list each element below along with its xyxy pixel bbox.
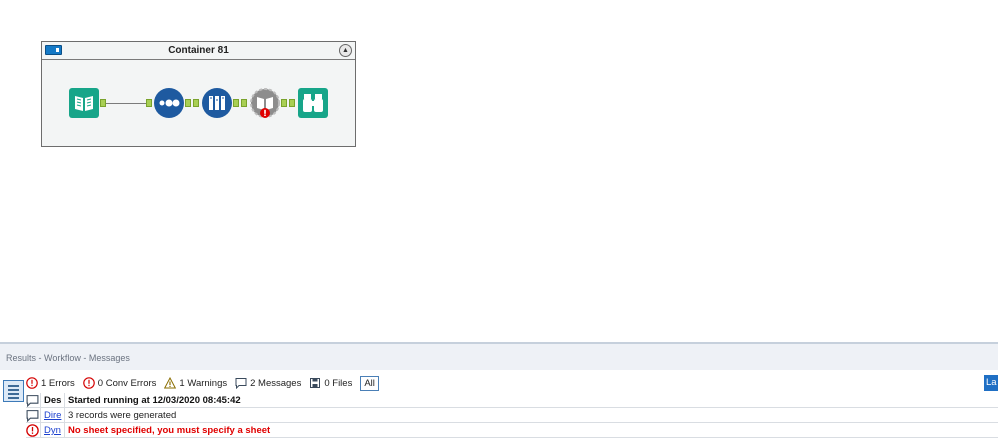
message-icon [235, 378, 247, 389]
filter-conv-errors[interactable]: 0 Conv Errors [82, 377, 157, 389]
output-anchor[interactable] [233, 99, 239, 107]
layout-button[interactable]: La [984, 375, 998, 391]
filter-conv-errors-label: 0 Conv Errors [97, 377, 157, 389]
output-anchor[interactable] [281, 99, 287, 107]
input-anchor[interactable] [146, 99, 152, 107]
row-message-cell: Started running at 12/03/2020 08:45:42 [68, 395, 241, 406]
warning-icon [164, 377, 177, 389]
input-anchor[interactable] [289, 99, 295, 107]
filter-errors-label: 1 Errors [41, 377, 75, 389]
table-row[interactable]: Dyn No sheet specified, you must specify… [26, 423, 998, 438]
messages-table: Des Started running at 12/03/2020 08:45:… [26, 393, 998, 438]
results-body: 1 Errors 0 Conv Errors 1 Warnings 2 Mess… [0, 370, 998, 440]
connection-line[interactable] [106, 103, 146, 104]
error-icon [26, 377, 38, 389]
input-anchor[interactable] [193, 99, 199, 107]
error-icon [26, 424, 39, 437]
collapse-container-button[interactable]: ▲ [339, 44, 352, 57]
container-title: Container 81 [168, 45, 229, 56]
filter-files-label: 0 Files [324, 377, 353, 389]
input-anchor[interactable] [241, 99, 247, 107]
row-tool-cell[interactable]: Des [40, 393, 65, 408]
file-save-icon [310, 378, 321, 388]
filter-messages[interactable]: 2 Messages [235, 377, 301, 389]
input-data-book-icon[interactable] [69, 88, 99, 118]
tool-container[interactable]: Container 81 ▲ [41, 41, 356, 147]
conversion-error-icon [82, 377, 95, 389]
workflow-canvas[interactable]: Container 81 ▲ [0, 0, 998, 342]
dynamic-input-gear-book-icon[interactable] [250, 88, 280, 118]
results-filter-bar: 1 Errors 0 Conv Errors 1 Warnings 2 Mess… [26, 375, 379, 391]
results-panel: Results - Workflow - Messages 1 Errors 0… [0, 342, 998, 440]
table-row[interactable]: Dire 3 records were generated [26, 408, 998, 423]
message-icon [26, 410, 39, 422]
row-tool-link[interactable]: Dire [40, 408, 65, 423]
filter-all-button[interactable]: All [360, 375, 379, 391]
table-row[interactable]: Des Started running at 12/03/2020 08:45:… [26, 393, 998, 408]
filter-files[interactable]: 0 Files [309, 377, 352, 389]
messages-view-button[interactable] [3, 380, 24, 402]
message-icon [26, 395, 39, 407]
filter-warnings-label: 1 Warnings [179, 377, 228, 389]
browse-binoculars-icon[interactable] [298, 88, 328, 118]
row-message-cell: 3 records were generated [68, 410, 177, 421]
output-anchor[interactable] [185, 99, 191, 107]
results-title: Results - Workflow - Messages [6, 353, 130, 363]
filter-messages-label: 2 Messages [250, 377, 302, 389]
filter-errors[interactable]: 1 Errors [26, 377, 75, 389]
results-titlebar[interactable]: Results - Workflow - Messages [0, 342, 998, 370]
filter-warnings[interactable]: 1 Warnings [164, 377, 227, 389]
record-id-dots-icon[interactable] [154, 88, 184, 118]
row-error-message-cell: No sheet specified, you must specify a s… [68, 425, 271, 436]
row-tool-link[interactable]: Dyn [40, 423, 65, 438]
select-columns-icon[interactable] [202, 88, 232, 118]
container-header[interactable]: Container 81 ▲ [42, 42, 355, 60]
